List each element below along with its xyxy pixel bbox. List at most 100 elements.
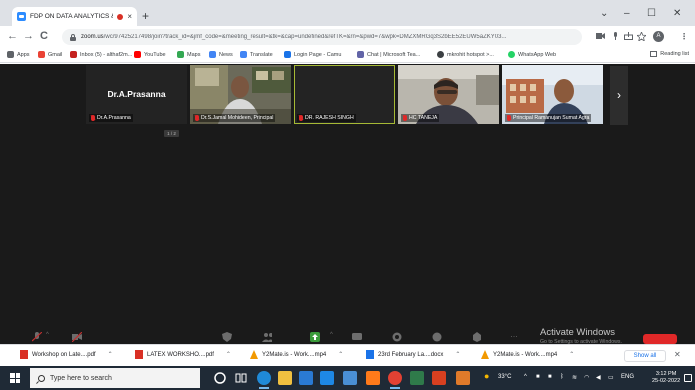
bookmark-item[interactable]: Maps — [177, 51, 200, 58]
file-explorer-icon[interactable] — [278, 371, 292, 385]
browser-toolbar: ← → C zoom.us/wc/97425217498/join?track_… — [0, 26, 695, 48]
mute-mic-icon[interactable] — [32, 332, 42, 342]
reading-list-button[interactable]: Reading list — [650, 51, 689, 57]
tab-close-icon[interactable]: × — [127, 12, 132, 21]
participant-tile[interactable]: Principal Ramanujan Sumat Agra — [502, 65, 603, 124]
pdf-file-icon — [20, 350, 28, 359]
bookmark-item[interactable]: Translate — [240, 51, 273, 58]
download-options-chevron-icon[interactable]: ⌃ — [338, 351, 343, 358]
participant-tile[interactable]: Dr.A.Prasanna Dr.A.Prasanna — [86, 65, 187, 124]
office-icon[interactable] — [432, 371, 446, 385]
url-text[interactable]: zoom.us/wc/97425217498/join?track_id=&jm… — [81, 34, 574, 40]
browser-menu-icon[interactable]: ⋮ — [680, 32, 688, 41]
apps-grid-icon — [7, 51, 14, 58]
taskbar-search-input[interactable]: Type here to search — [30, 368, 200, 388]
participant-name-tag: Dr.A.Prasanna — [89, 114, 133, 122]
notifications-icon[interactable] — [684, 374, 692, 382]
download-item[interactable]: 23rd February La....docx ⌃ — [366, 350, 460, 359]
participant-name-tag: DR. RAJESH SINGH — [297, 114, 356, 122]
share-icon[interactable] — [624, 32, 633, 40]
apps-icon[interactable] — [472, 332, 482, 342]
bookmark-item[interactable]: YouTube — [134, 51, 166, 58]
security-shield-icon[interactable] — [222, 332, 232, 342]
weather-temperature[interactable]: 33°C — [498, 374, 511, 380]
record-icon[interactable] — [392, 332, 402, 342]
back-button[interactable]: ← — [7, 30, 18, 42]
download-options-chevron-icon[interactable]: ⌃ — [226, 351, 231, 358]
bookmark-item[interactable]: Login Page - Camu — [284, 51, 341, 58]
bookmark-item[interactable]: WhatsApp Web — [508, 51, 556, 58]
download-item[interactable]: Y2Mate.is - Work....mp4 ⌃ — [250, 350, 343, 359]
bookmark-item[interactable]: Gmail — [38, 51, 62, 58]
wifi-icon[interactable]: ◠ — [584, 374, 589, 381]
tab-search-icon[interactable]: ⌄ — [600, 9, 608, 19]
bookmark-item[interactable]: Chat | Microsoft Tea... — [357, 51, 420, 58]
download-options-chevron-icon[interactable]: ⌃ — [455, 351, 460, 358]
vlc-icon[interactable] — [366, 371, 380, 385]
download-item[interactable]: Workshop on Late....pdf ⌃ — [20, 350, 113, 359]
recording-indicator-icon — [117, 13, 124, 20]
bookmarks-bar: Apps Gmail Inbox (5) - althaf2m... YouTu… — [0, 48, 695, 63]
bookmark-star-icon[interactable] — [637, 32, 646, 41]
download-item[interactable]: Y2Mate.is - Work....mp4 ⌃ — [481, 350, 574, 359]
more-options-icon[interactable]: … — [510, 330, 520, 340]
forward-button[interactable]: → — [23, 30, 34, 42]
gallery-next-page-button[interactable]: › — [610, 66, 628, 125]
camera-in-use-icon[interactable] — [596, 32, 605, 40]
download-item[interactable]: LATEX WORKSHO....pdf ⌃ — [135, 350, 231, 359]
network-icon[interactable]: ≋ — [572, 374, 577, 381]
browser-tab-active[interactable]: FDP ON DATA ANALYTICS & × — [12, 7, 137, 26]
minimize-button[interactable]: – — [624, 9, 630, 19]
participant-tile[interactable]: HC TANEJA — [398, 65, 499, 124]
tray-app-icon[interactable]: ■ — [536, 374, 540, 380]
show-hidden-icons-chevron-icon[interactable]: ^ — [524, 374, 527, 380]
share-screen-icon[interactable] — [310, 332, 320, 342]
participant-tile[interactable]: Dr.S.Jamal Mohideen, Principal — [190, 65, 291, 124]
profile-avatar[interactable]: A — [653, 31, 664, 42]
bookmark-item[interactable]: mkrohit hotspot >... — [437, 51, 494, 58]
gmail-icon — [70, 51, 77, 58]
volume-icon[interactable]: ◀ — [596, 374, 601, 381]
battery-icon[interactable]: ▭ — [608, 374, 614, 381]
taskbar-clock[interactable]: 3:12 PM 25-02-2022 — [652, 371, 680, 385]
tab-title: FDP ON DATA ANALYTICS & — [30, 13, 114, 20]
app-icon[interactable] — [410, 371, 424, 385]
reactions-icon[interactable] — [432, 332, 442, 342]
camera-app-icon[interactable] — [343, 371, 357, 385]
download-options-chevron-icon[interactable]: ⌃ — [108, 351, 113, 358]
participant-tile-active-speaker[interactable]: DR. RAJESH SINGH — [294, 65, 395, 124]
mic-in-use-icon[interactable] — [611, 32, 620, 40]
bookmark-item[interactable]: Apps — [7, 51, 30, 58]
audio-options-chevron-icon[interactable]: ^ — [46, 332, 56, 342]
lock-icon[interactable] — [70, 33, 76, 41]
tray-app-icon[interactable]: ■ — [548, 374, 552, 380]
mail-icon[interactable] — [320, 371, 334, 385]
leave-meeting-button[interactable] — [643, 334, 677, 344]
store-icon[interactable] — [299, 371, 313, 385]
bookmark-item[interactable]: Inbox (5) - althaf2m... — [70, 51, 132, 58]
maximize-button[interactable]: ☐ — [647, 9, 656, 19]
input-language[interactable]: ENG — [621, 374, 634, 380]
bookmark-item[interactable]: News — [209, 51, 233, 58]
download-options-chevron-icon[interactable]: ⌃ — [569, 351, 574, 358]
bluetooth-icon[interactable]: ᛒ — [560, 374, 564, 380]
share-options-chevron-icon[interactable]: ^ — [330, 332, 340, 342]
app-icon[interactable] — [456, 371, 470, 385]
stop-video-icon[interactable] — [72, 332, 82, 342]
mic-muted-icon — [403, 115, 407, 121]
chat-icon[interactable] — [352, 332, 362, 342]
reload-button[interactable]: C — [40, 30, 48, 42]
chrome-icon[interactable] — [388, 371, 402, 389]
task-view-icon[interactable] — [234, 371, 248, 385]
cortana-icon[interactable] — [213, 371, 227, 385]
address-bar[interactable]: zoom.us/wc/97425217498/join?track_id=&jm… — [62, 29, 582, 45]
mic-muted-icon — [299, 115, 303, 121]
close-downloads-shelf-button[interactable]: ✕ — [674, 350, 681, 360]
show-all-downloads-button[interactable]: Show all — [624, 350, 666, 362]
close-window-button[interactable]: ✕ — [673, 9, 681, 19]
participants-icon[interactable] — [262, 332, 272, 342]
new-tab-button[interactable]: + — [142, 10, 149, 22]
edge-browser-icon[interactable] — [257, 371, 271, 389]
windows-start-icon[interactable] — [10, 373, 20, 383]
weather-icon[interactable]: ● — [484, 371, 489, 381]
